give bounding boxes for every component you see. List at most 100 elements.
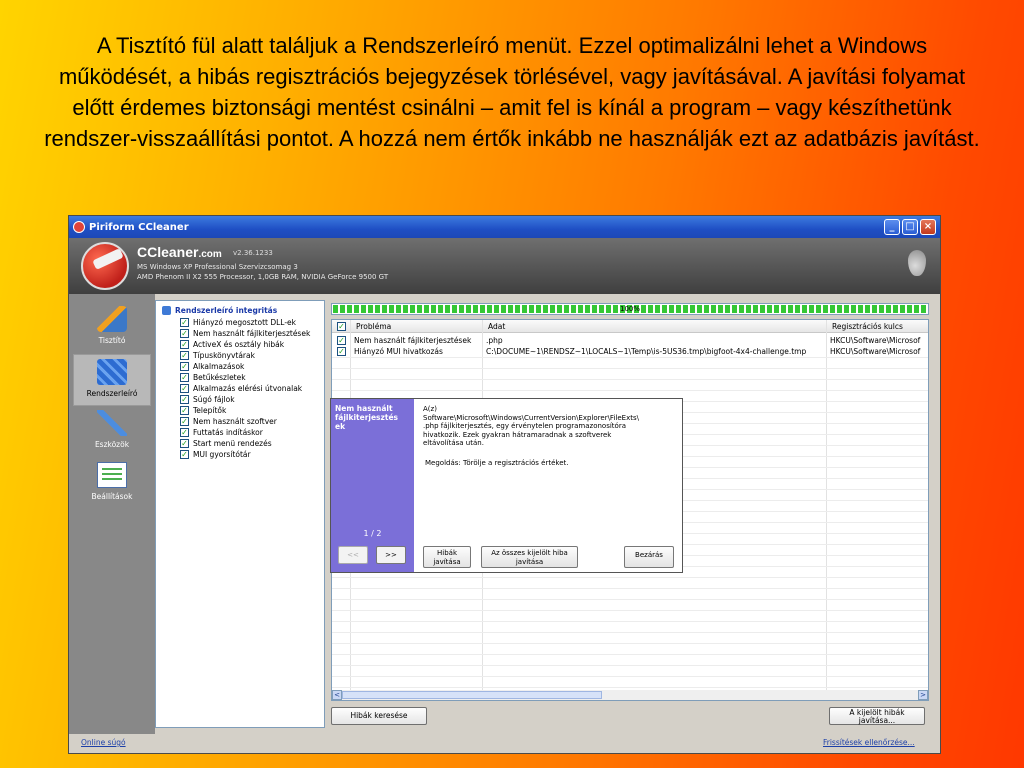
fix-selected-button[interactable]: A kijelölt hibák javítása... [829, 707, 925, 725]
minimize-button[interactable]: _ [884, 219, 900, 235]
checklist-header[interactable]: Rendszerleíró integritás [162, 306, 277, 315]
grid-row-line [332, 654, 928, 655]
checklist-item[interactable]: ✓ Futtatás indításkor [180, 427, 263, 437]
fix-issue-button[interactable]: Hibák javítása [423, 546, 471, 568]
checklist-item[interactable]: ✓ MUI gyorsítótár [180, 449, 251, 459]
scan-issues-button[interactable]: Hibák keresése [331, 707, 427, 725]
checklist-item[interactable]: ✓ Betűkészletek [180, 372, 246, 382]
checkbox-checked[interactable]: ✓ [180, 394, 189, 404]
checklist-item[interactable]: ✓ Telepítők [180, 405, 226, 415]
checkbox-checked[interactable]: ✓ [180, 372, 189, 382]
cell-data: .php [486, 336, 503, 345]
checklist-item[interactable]: ✓ Súgó fájlok [180, 394, 235, 404]
system-info-hw: AMD Phenom II X2 555 Processor, 1,0GB RA… [137, 273, 389, 281]
next-issue-button[interactable]: >> [376, 546, 406, 564]
checkbox-checked[interactable]: ✓ [180, 449, 189, 459]
checkbox-checked[interactable]: ✓ [180, 383, 189, 393]
grid-row-line [332, 676, 928, 677]
issue-detail-popup: Nem használt fájlkiterjesztés ek 1 / 2 <… [330, 398, 683, 573]
grid-row-line [332, 665, 928, 666]
close-popup-button[interactable]: Bezárás [624, 546, 674, 568]
checklist-item[interactable]: ✓ Nem használt szoftver [180, 416, 277, 426]
grid-row-line [332, 357, 928, 358]
system-info-os: MS Windows XP Professional Szervizcsomag… [137, 263, 298, 271]
grid-row-line [332, 610, 928, 611]
grid-row-line [332, 390, 928, 391]
checkbox-checked[interactable]: ✓ [180, 416, 189, 426]
window-title: Piriform CCleaner [89, 221, 189, 233]
select-all-checkbox[interactable]: ✓ [337, 322, 346, 331]
cell-data: C:\DOCUME~1\RENDSZ~1\LOCALS~1\Temp\is-5U… [486, 347, 807, 356]
cell-key: HKCU\Software\Microsof [830, 336, 921, 345]
grid-row-line [332, 687, 928, 688]
fix-all-selected-button[interactable]: Az összes kijelölt hiba javítása [481, 546, 578, 568]
table-row[interactable]: ✓ Nem használt fájlkiterjesztések .php H… [332, 335, 928, 346]
checklist-item[interactable]: ✓ Start menü rendezés [180, 438, 272, 448]
close-button[interactable]: × [920, 219, 936, 235]
checklist-item[interactable]: ✓ ActiveX és osztály hibák [180, 339, 284, 349]
app-header: CCleaner.com v2.36.1233 MS Windows XP Pr… [69, 238, 940, 294]
checkbox-checked[interactable]: ✓ [180, 339, 189, 349]
sidebar: Tisztító Rendszerleíró Eszközök Beállítá… [69, 294, 155, 734]
grid-row-line [332, 643, 928, 644]
checklist-item[interactable]: ✓ Alkalmazás elérési útvonalak [180, 383, 302, 393]
cell-problem: Nem használt fájlkiterjesztések [354, 336, 472, 345]
grid-row-line [332, 588, 928, 589]
slide-text: A Tisztító fül alatt találjuk a Rendszer… [44, 33, 980, 151]
checklist-item[interactable]: ✓ Nem használt fájlkiterjesztések [180, 328, 310, 338]
checkbox-checked[interactable]: ✓ [180, 328, 189, 338]
checkbox-checked[interactable]: ✓ [180, 361, 189, 371]
checkbox-checked[interactable]: ✓ [180, 427, 189, 437]
scrollbar-thumb[interactable] [342, 691, 602, 699]
checklist-icon [97, 462, 127, 488]
checkbox-checked[interactable]: ✓ [180, 438, 189, 448]
column-header-data[interactable]: Adat [488, 322, 505, 331]
checklist-item[interactable]: ✓ Alkalmazások [180, 361, 244, 371]
maximize-button[interactable]: □ [902, 219, 918, 235]
registry-icon [162, 306, 171, 315]
checkbox-checked[interactable]: ✓ [180, 317, 189, 327]
issue-solution: Megoldás: Törölje a regisztrációs értéke… [425, 459, 569, 467]
app-version: v2.36.1233 [233, 249, 273, 257]
cell-problem: Hiányzó MUI hivatkozás [354, 347, 443, 356]
checklist-item[interactable]: ✓ Hiányzó megosztott DLL-ek [180, 317, 296, 327]
column-header-key[interactable]: Regisztrációs kulcs [832, 322, 903, 331]
scroll-left-icon[interactable]: < [332, 690, 342, 700]
title-bar[interactable]: Piriform CCleaner _ □ × [69, 216, 940, 238]
issue-counter: 1 / 2 [363, 529, 382, 538]
sidebar-item-settings[interactable]: Beállítások [73, 458, 151, 510]
grid-row-line [332, 599, 928, 600]
grid-row-line [332, 577, 928, 578]
scroll-right-icon[interactable]: > [918, 690, 928, 700]
check-updates-link[interactable]: Frissítések ellenőrzése... [823, 738, 915, 747]
sidebar-item-cleaner[interactable]: Tisztító [73, 302, 151, 354]
column-header-problem[interactable]: Probléma [356, 322, 391, 331]
cell-key: HKCU\Software\Microsof [830, 347, 921, 356]
issue-description: A(z) Software\Microsoft\Windows\CurrentV… [423, 405, 639, 447]
sidebar-item-tools[interactable]: Eszközök [73, 406, 151, 458]
row-checkbox[interactable]: ✓ [337, 347, 346, 356]
wrench-icon [97, 410, 127, 436]
ccleaner-logo-icon [73, 221, 85, 233]
scan-progress-bar: 100% [331, 303, 929, 315]
ccleaner-logo [81, 242, 129, 290]
system-info: MS Windows XP Professional Szervizcsomag… [137, 262, 388, 282]
checkbox-checked[interactable]: ✓ [180, 350, 189, 360]
table-row[interactable]: ✓ Hiányzó MUI hivatkozás C:\DOCUME~1\REN… [332, 346, 928, 357]
online-help-link[interactable]: Online súgó [81, 738, 126, 747]
grid-row-line [332, 632, 928, 633]
brush-icon [97, 306, 127, 332]
horizontal-scrollbar[interactable]: < > [332, 690, 928, 700]
grid-row-line [332, 621, 928, 622]
app-name: CCleaner.com [137, 244, 222, 260]
checklist-item[interactable]: ✓ Típuskönyvtárak [180, 350, 255, 360]
grid-header: ✓ Probléma Adat Regisztrációs kulcs [332, 320, 928, 333]
cubes-icon [97, 359, 127, 385]
row-checkbox[interactable]: ✓ [337, 336, 346, 345]
checkbox-checked[interactable]: ✓ [180, 405, 189, 415]
sidebar-item-registry[interactable]: Rendszerleíró [73, 354, 151, 406]
previous-issue-button[interactable]: << [338, 546, 368, 564]
grid-row-line [332, 379, 928, 380]
progress-label: 100% [619, 305, 640, 313]
popup-issue-title: Nem használt fájlkiterjesztés ek [335, 404, 399, 431]
